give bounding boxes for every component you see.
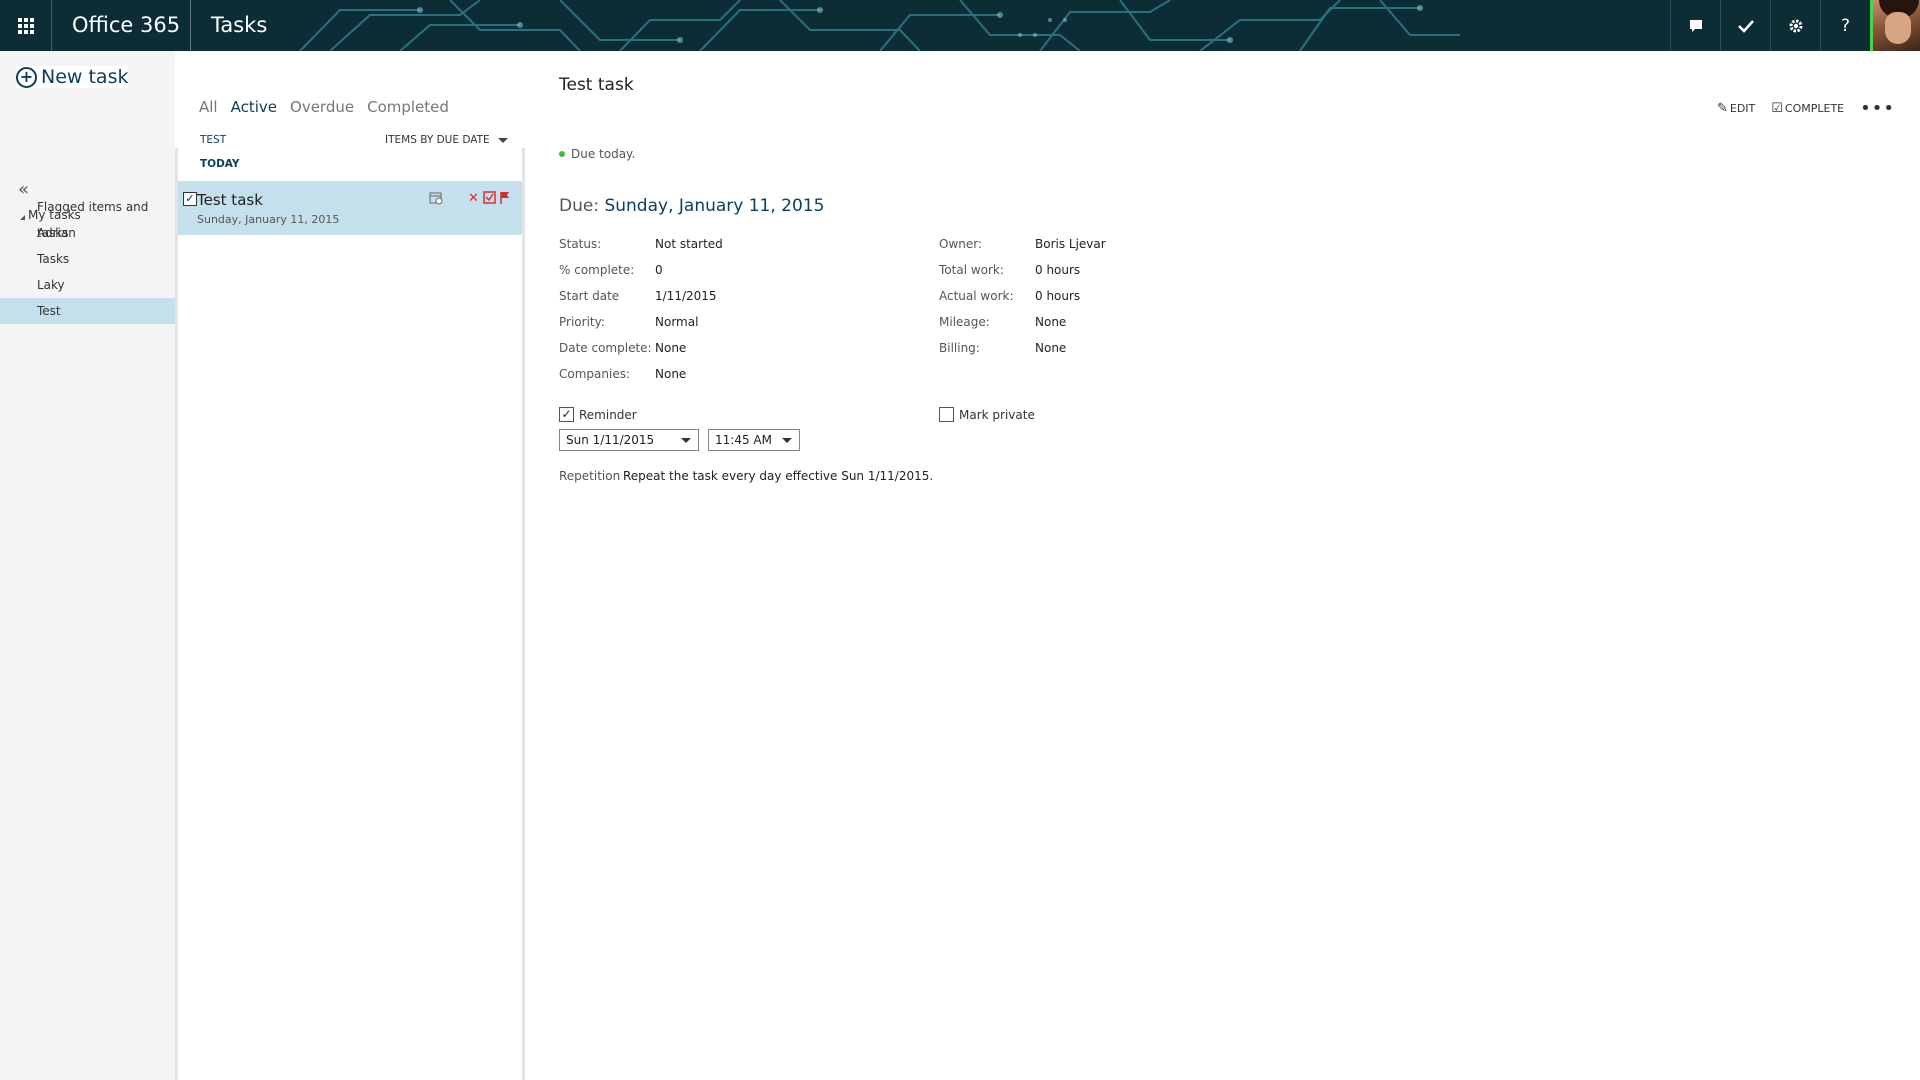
companies-label: Companies:: [559, 367, 630, 381]
folder-header: TEST: [200, 134, 227, 146]
top-bar: Office 365 Tasks ?: [0, 0, 1920, 51]
percent-complete-value: 0: [655, 263, 663, 277]
nav-item-adrian[interactable]: Adrian: [0, 220, 175, 246]
reminder-label: Reminder: [579, 408, 637, 422]
flag-icon[interactable]: [500, 191, 510, 208]
nav-item-test[interactable]: Test: [0, 298, 175, 324]
filter-active[interactable]: Active: [231, 98, 277, 116]
mark-complete-icon[interactable]: [483, 191, 496, 208]
chevron-down-icon: [681, 438, 691, 443]
help-button[interactable]: ?: [1820, 0, 1870, 51]
task-detail-pane: Test task ✎ EDIT ☑ COMPLETE ••• Due toda…: [525, 51, 1920, 1080]
task-detail-title: Test task: [559, 75, 634, 95]
due-notice: Due today.: [559, 147, 635, 161]
add-circle-icon: +: [16, 66, 37, 88]
task-title: Test task: [197, 191, 263, 209]
mark-private-label: Mark private: [959, 408, 1035, 422]
checkbox-icon: ☑: [1771, 101, 1783, 116]
user-avatar[interactable]: [1870, 0, 1920, 51]
task-due-date: Sunday, January 11, 2015: [197, 213, 340, 226]
status-dot-icon: [559, 151, 565, 157]
due-value: Sunday, January 11, 2015: [604, 196, 825, 216]
filter-all[interactable]: All: [199, 98, 218, 116]
pencil-icon: ✎: [1716, 101, 1728, 116]
waffle-icon: [17, 17, 34, 34]
edit-button[interactable]: ✎ EDIT: [1717, 101, 1755, 116]
reminder-time-select[interactable]: 11:45 AM: [708, 429, 800, 451]
owner-value: Boris Ljevar: [1035, 237, 1106, 251]
sort-label: ITEMS BY DUE DATE: [385, 134, 490, 146]
circuit-banner-pattern: [299, 0, 1460, 51]
complete-button[interactable]: ☑ COMPLETE: [1771, 101, 1844, 116]
mileage-label: Mileage:: [939, 315, 990, 329]
owner-label: Owner:: [939, 237, 983, 251]
reminder-date-select[interactable]: Sun 1/11/2015: [559, 429, 699, 451]
chevron-down-icon: [497, 137, 508, 143]
new-task-button[interactable]: + New task: [16, 66, 129, 88]
task-complete-checkbox[interactable]: ✓: [183, 192, 197, 206]
complete-label: COMPLETE: [1784, 102, 1845, 115]
actual-work-label: Actual work:: [939, 289, 1014, 303]
checkmark-icon: [1737, 19, 1754, 33]
task-row[interactable]: ✓ Test task Sunday, January 11, 2015 ✕: [178, 181, 522, 235]
calendar-move-icon[interactable]: [429, 191, 443, 209]
edit-label: EDIT: [1729, 102, 1756, 115]
app-title: Tasks: [190, 0, 287, 51]
more-options-icon[interactable]: •••: [1860, 100, 1895, 118]
start-date-label: Start date: [559, 289, 620, 303]
reminder-date-value: Sun 1/11/2015: [566, 433, 655, 447]
date-complete-label: Date complete:: [559, 341, 652, 355]
delete-icon[interactable]: ✕: [468, 191, 479, 206]
reminder-checkbox[interactable]: ✓: [559, 407, 574, 422]
avatar-face: [1885, 12, 1911, 44]
nav-item-flagged[interactable]: Flagged items and tasks: [0, 194, 175, 240]
task-list-pane: All Active Overdue Completed TEST ITEMS …: [175, 51, 525, 1080]
help-icon: ?: [1840, 15, 1851, 36]
total-work-value: 0 hours: [1035, 263, 1081, 277]
top-actions: ?: [1670, 0, 1870, 51]
chat-button[interactable]: [1670, 0, 1720, 51]
filter-completed[interactable]: Completed: [367, 98, 449, 116]
actual-work-value: 0 hours: [1035, 289, 1081, 303]
office365-brand-link[interactable]: Office 365: [51, 0, 200, 51]
companies-value: None: [655, 367, 687, 381]
priority-label: Priority:: [559, 315, 605, 329]
status-value: Not started: [655, 237, 723, 251]
billing-label: Billing:: [939, 341, 980, 355]
group-header-today: TODAY: [200, 158, 240, 170]
chat-icon: [1689, 19, 1702, 32]
date-complete-value: None: [655, 341, 687, 355]
tasks-checkmark-button[interactable]: [1720, 0, 1770, 51]
billing-value: None: [1035, 341, 1067, 355]
due-label: Due:: [559, 196, 600, 216]
detail-actions: ✎ EDIT ☑ COMPLETE •••: [1701, 100, 1895, 118]
total-work-label: Total work:: [939, 263, 1004, 277]
settings-button[interactable]: [1770, 0, 1820, 51]
sort-dropdown[interactable]: ITEMS BY DUE DATE: [385, 134, 508, 146]
nav-item-tasks[interactable]: Tasks: [0, 246, 175, 272]
due-notice-text: Due today.: [571, 147, 636, 161]
nav-item-laky[interactable]: Laky: [0, 272, 175, 298]
due-date-heading: Due: Sunday, January 11, 2015: [559, 196, 824, 216]
priority-value: Normal: [655, 315, 699, 329]
task-list: [175, 148, 525, 1080]
reminder-time-value: 11:45 AM: [715, 433, 772, 447]
status-label: Status:: [559, 237, 602, 251]
chevron-down-icon: [782, 438, 792, 443]
filter-overdue[interactable]: Overdue: [290, 98, 354, 116]
filter-tabs: All Active Overdue Completed: [199, 98, 462, 116]
percent-complete-label: % complete:: [559, 263, 635, 277]
new-task-label: New task: [41, 66, 129, 88]
mark-private-checkbox[interactable]: [939, 407, 954, 422]
start-date-value: 1/11/2015: [655, 289, 717, 303]
repetition-label: Repetition: [559, 469, 621, 483]
app-launcher-button[interactable]: [0, 0, 51, 51]
gear-icon: [1789, 19, 1802, 32]
left-navigation: « My tasks Flagged items and tasks Adria…: [0, 51, 175, 1080]
repetition-value: Repeat the task every day effective Sun …: [623, 469, 934, 483]
mileage-value: None: [1035, 315, 1067, 329]
